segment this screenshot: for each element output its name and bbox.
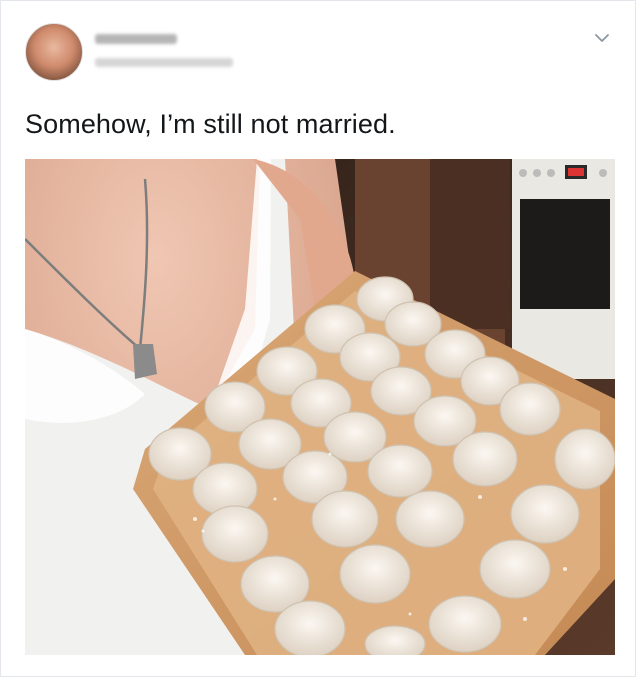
- tweet-card: Somehow, I’m still not married.: [0, 0, 636, 677]
- tweet-text: Somehow, I’m still not married.: [25, 109, 396, 139]
- author-name-blurred[interactable]: [95, 34, 177, 44]
- avatar[interactable]: [25, 23, 83, 81]
- tweet-photo[interactable]: [25, 159, 615, 655]
- author-handle-blurred[interactable]: [95, 58, 233, 67]
- chevron-down-icon[interactable]: [591, 27, 613, 49]
